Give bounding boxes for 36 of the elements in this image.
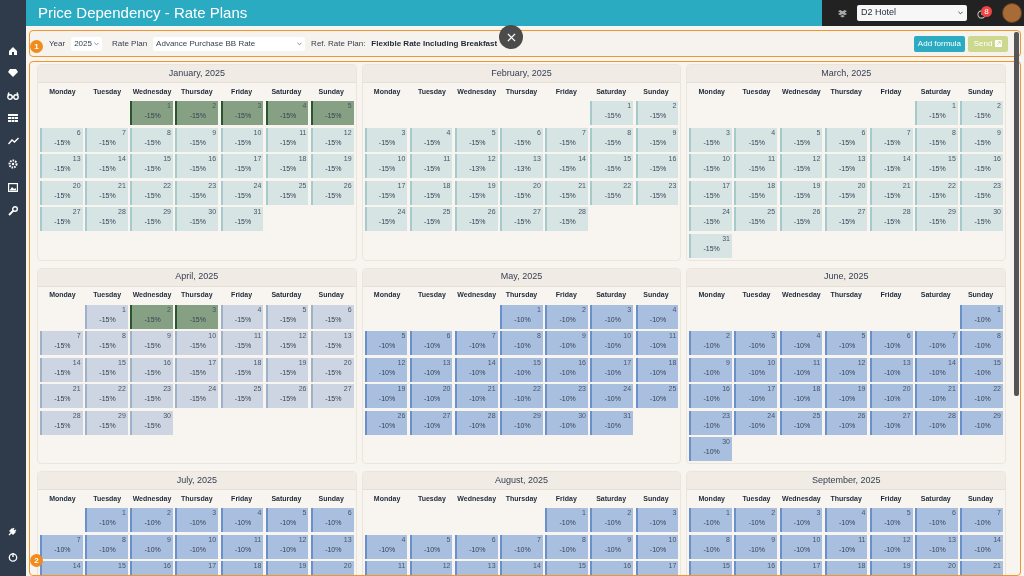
month-title: July, 2025 [38, 472, 356, 490]
rate-plan-label: Rate Plan [111, 37, 148, 50]
ref-rate-plan-value: Flexible Rate Including Breakfast [371, 37, 498, 50]
notification-badge: 8 [981, 6, 992, 17]
month-title: February, 2025 [362, 65, 681, 83]
diamond-icon[interactable] [8, 68, 18, 78]
chart-line-icon[interactable] [7, 137, 19, 145]
month-title: September, 2025 [687, 472, 1005, 490]
rate-plan-select[interactable]: Advance Purchase BB Rate [153, 36, 306, 51]
ref-rate-plan-label: Ref. Rate Plan: [311, 37, 366, 50]
glasses-icon[interactable] [7, 92, 19, 100]
month-title: March, 2025 [687, 65, 1005, 83]
month-title: April, 2025 [38, 268, 356, 287]
grid-icon[interactable] [8, 114, 18, 123]
month-title: May, 2025 [362, 268, 681, 287]
wrench-icon[interactable] [8, 206, 18, 216]
month-title: June, 2025 [687, 268, 1005, 287]
avatar[interactable] [1002, 3, 1022, 23]
power-icon[interactable] [8, 552, 18, 562]
scrollbar-thumb[interactable] [1014, 32, 1019, 396]
month-title: August, 2025 [362, 472, 681, 490]
settings-icon[interactable] [8, 159, 18, 169]
plug-icon[interactable] [8, 526, 18, 536]
year-label: Year [49, 37, 66, 50]
image-icon[interactable] [8, 183, 18, 192]
close-icon [506, 32, 516, 42]
home-icon[interactable] [8, 46, 18, 56]
hotel-select[interactable]: D2 Hotel [857, 5, 967, 21]
chevron-down-icon [93, 41, 99, 46]
page-title: Price Dependency - Rate Plans [38, 2, 248, 23]
chevron-down-icon [958, 11, 963, 15]
chevron-down-icon [297, 41, 303, 46]
month-title: January, 2025 [38, 65, 356, 83]
send-icon [995, 40, 1003, 47]
year-select[interactable]: 2025 [71, 36, 102, 51]
box-icon[interactable] [838, 8, 847, 18]
